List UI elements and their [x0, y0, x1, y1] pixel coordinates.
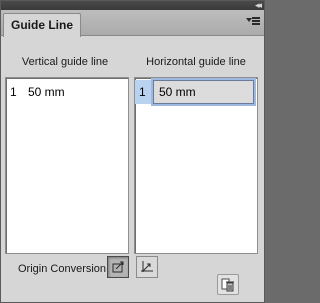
- horizontal-guide-list[interactable]: 1 50 mm: [134, 77, 258, 254]
- vertical-guide-list[interactable]: 1 50 mm: [5, 77, 129, 254]
- tab-bar: Guide Line: [1, 10, 264, 37]
- origin-top-left-button[interactable]: [107, 256, 129, 278]
- guide-value-edit-field[interactable]: 50 mm: [153, 80, 254, 104]
- origin-bottom-left-icon: [141, 261, 153, 272]
- guide-line-panel: ◂◂ Guide Line Vertical guide line Horizo…: [0, 0, 265, 303]
- panel-menu-icon[interactable]: [246, 15, 260, 27]
- horizontal-guide-row[interactable]: 1 50 mm: [135, 80, 257, 104]
- row-index: 1: [139, 85, 146, 99]
- edit-field-value: 50 mm: [159, 85, 196, 99]
- vertical-guide-header: Vertical guide line: [21, 56, 109, 68]
- origin-conversion-label: Origin Conversion: [18, 263, 107, 275]
- delete-guide-icon: [221, 278, 234, 292]
- origin-top-left-icon: [112, 261, 124, 273]
- row-index: 1: [10, 85, 17, 99]
- row-value: 50 mm: [28, 85, 65, 99]
- horizontal-guide-header: Horizontal guide line: [146, 56, 246, 68]
- tab-guide-line[interactable]: Guide Line: [3, 13, 82, 37]
- origin-bottom-left-button[interactable]: [136, 256, 158, 278]
- panel-titlebar: ◂◂: [1, 0, 264, 10]
- delete-guide-button[interactable]: [217, 274, 239, 295]
- vertical-guide-row[interactable]: 1 50 mm: [6, 78, 128, 100]
